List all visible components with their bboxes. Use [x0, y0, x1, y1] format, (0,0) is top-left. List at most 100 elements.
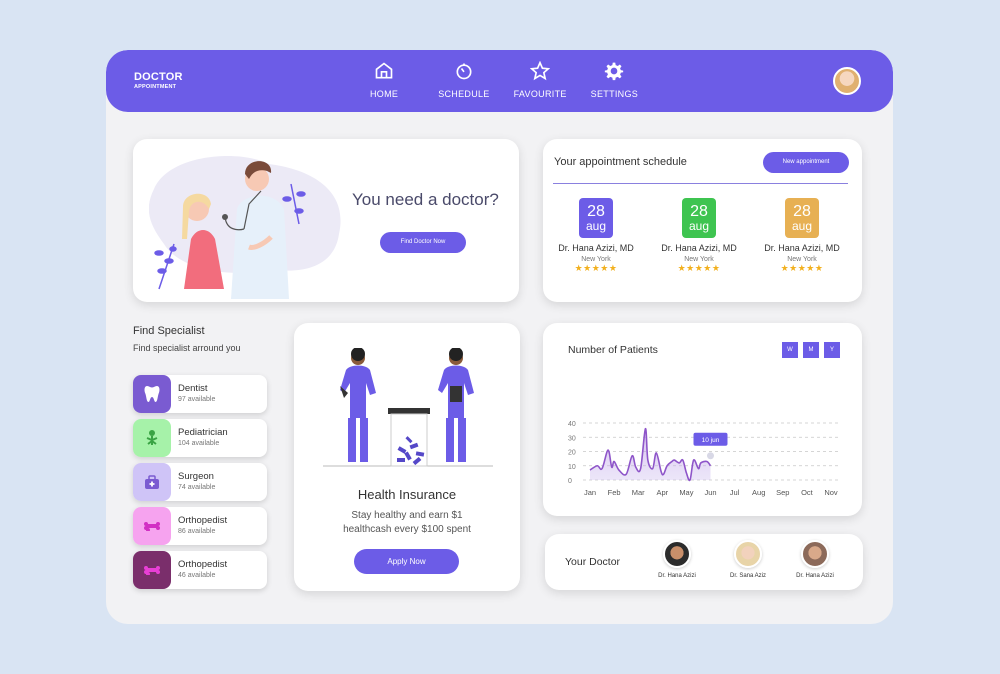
specialist-count: 46 available [178, 572, 216, 579]
appointment-item[interactable]: 28 aug Dr. Hana Azizi, MD New York ★★★★★ [654, 198, 744, 274]
specialist-name: Surgeon [178, 471, 214, 482]
bone-icon [144, 522, 160, 531]
date-day: 28 [793, 203, 811, 220]
y-tick-label: 20 [568, 450, 576, 457]
tooltip-label: 10 jun [702, 437, 720, 444]
find-doctor-card: You need a doctor? Find Doctor Now [133, 139, 519, 302]
specialist-name: Dentist [178, 383, 208, 394]
tooltip-point [707, 452, 714, 460]
date-badge: 28 aug [579, 198, 613, 238]
schedule-title: Your appointment schedule [554, 156, 687, 168]
appointment-doctor: Dr. Hana Azizi, MD [764, 243, 840, 253]
x-tick-label: Feb [608, 488, 621, 497]
your-doctor-card: Your Doctor Dr. Hana Azizi Dr. Sana Aziz… [545, 534, 863, 590]
specialist-name: Pediatrician [178, 427, 228, 438]
app-window: DOCTOR APPOINTMENT HOME SCHEDULE FAVOURI… [106, 50, 893, 624]
find-specialist-subtitle: Find specialist arround you [133, 343, 241, 353]
specialist-pediatrician[interactable]: Pediatrician 104 available [133, 419, 267, 457]
find-specialist-title: Find Specialist [133, 325, 205, 337]
bone-icon [144, 566, 160, 575]
x-tick-label: Mar [632, 488, 645, 497]
specialist-dentist[interactable]: Dentist 97 available [133, 375, 267, 413]
nav-home[interactable]: HOME [370, 61, 398, 99]
hero-title: You need a doctor? [352, 190, 499, 209]
specialist-icon-box [133, 375, 171, 413]
nav-favourite-label: FAVOURITE [513, 89, 567, 99]
nav-settings[interactable]: SETTINGS [591, 61, 638, 99]
divider [553, 183, 848, 184]
apply-now-button[interactable]: Apply Now [354, 549, 459, 574]
home-icon [375, 62, 393, 79]
doctor-avatar [734, 540, 762, 568]
appointment-item[interactable]: 28 aug Dr. Hana Azizi, MD New York ★★★★★ [551, 198, 641, 274]
appointment-location: New York [581, 256, 611, 263]
x-tick-label: Jan [584, 488, 596, 497]
x-tick-label: Oct [801, 488, 814, 497]
nav-favourite[interactable]: FAVOURITE [514, 61, 567, 99]
insurance-description-line2: healthcash every $100 spent [343, 524, 471, 535]
health-insurance-card: Health Insurance Stay healthy and earn $… [294, 323, 520, 591]
medical-bag-icon [145, 475, 159, 489]
doctor-item[interactable]: Dr. Hana Azizi [780, 540, 850, 579]
doctor-avatar [801, 540, 829, 568]
specialist-count: 86 available [178, 528, 216, 535]
x-tick-label: May [679, 488, 693, 497]
date-month: aug [688, 219, 710, 233]
date-month: aug [791, 219, 813, 233]
specialist-icon-box [133, 463, 171, 501]
specialist-count: 104 available [178, 440, 220, 447]
series-area [590, 428, 711, 481]
specialist-icon-box [133, 419, 171, 457]
star-icon [530, 61, 551, 81]
x-tick-label: Aug [752, 488, 765, 497]
your-doctor-title: Your Doctor [565, 556, 621, 568]
x-tick-label: Sep [776, 488, 789, 497]
rating-stars: ★★★★★ [677, 263, 721, 273]
date-badge: 28 aug [682, 198, 716, 238]
user-avatar[interactable] [833, 67, 861, 95]
appointment-location: New York [684, 256, 714, 263]
top-navbar: DOCTOR APPOINTMENT HOME SCHEDULE FAVOURI… [106, 50, 893, 112]
doctor-item[interactable]: Dr. Hana Azizi [642, 540, 712, 579]
doctor-name: Dr. Hana Azizi [796, 573, 834, 579]
nav-home-label: HOME [370, 89, 399, 99]
y-tick-label: 0 [568, 478, 572, 485]
doctor-name: Dr. Hana Azizi [658, 573, 696, 579]
doctor-name: Dr. Sana Aziz [729, 573, 767, 579]
specialist-name: Orthopedist [178, 559, 228, 570]
patients-chart-card: Number of Patients W M Y 0 10 20 30 40 Jan Feb… [543, 323, 862, 516]
specialist-orthopedist[interactable]: Orthopedist 86 available [133, 507, 267, 545]
specialist-orthopedist[interactable]: Orthopedist 46 available [133, 551, 267, 589]
find-doctor-button[interactable]: Find Doctor Now [380, 232, 466, 253]
appointment-item[interactable]: 28 aug Dr. Hana Azizi, MD New York ★★★★★ [757, 198, 847, 274]
timer-icon [456, 63, 472, 80]
rating-stars: ★★★★★ [574, 263, 618, 273]
tooth-icon [144, 386, 160, 402]
y-tick-label: 30 [568, 435, 576, 442]
appointment-doctor: Dr. Hana Azizi, MD [558, 243, 634, 253]
specialist-surgeon[interactable]: Surgeon 74 available [133, 463, 267, 501]
appointment-location: New York [787, 256, 817, 263]
appointment-doctor: Dr. Hana Azizi, MD [661, 243, 737, 253]
main-nav: HOME SCHEDULE FAVOURITE SETTINGS [360, 61, 638, 99]
specialist-name: Orthopedist [178, 515, 228, 526]
y-tick-label: 10 [568, 464, 576, 471]
rating-stars: ★★★★★ [780, 263, 824, 273]
date-badge: 28 aug [785, 198, 819, 238]
gear-icon [605, 62, 624, 81]
specialist-icon-box [133, 551, 171, 589]
nav-schedule-label: SCHEDULE [438, 89, 490, 99]
appointment-schedule-card: Your appointment schedule New appointmen… [543, 139, 862, 302]
specialist-icon-box [133, 507, 171, 545]
doctor-item[interactable]: Dr. Sana Aziz [713, 540, 783, 579]
doctor-patient-illustration [149, 156, 341, 299]
brand-logo[interactable]: DOCTOR APPOINTMENT [134, 71, 183, 90]
y-tick-label: 40 [568, 421, 576, 428]
x-tick-label: Nov [824, 488, 838, 497]
date-day: 28 [587, 203, 605, 220]
specialist-count: 74 available [178, 484, 216, 491]
insurance-description: Stay healthy and earn $1 healthcash ever… [294, 509, 520, 537]
nav-schedule[interactable]: SCHEDULE [438, 61, 489, 99]
nurses-illustration [323, 348, 493, 467]
new-appointment-button[interactable]: New appointment [763, 152, 849, 173]
